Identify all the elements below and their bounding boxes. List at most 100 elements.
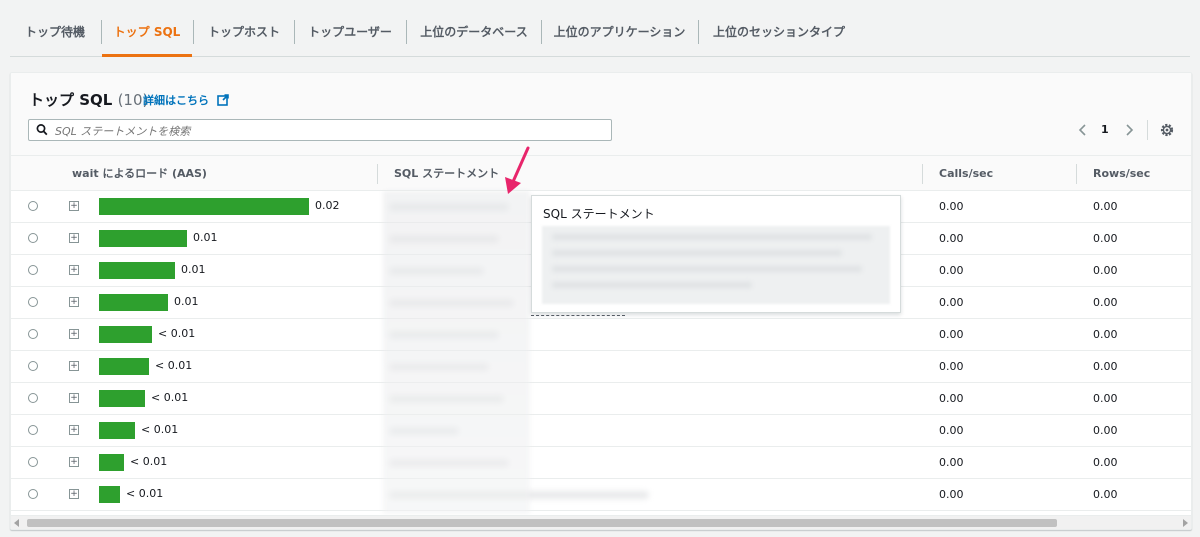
gear-icon[interactable] xyxy=(1159,122,1175,138)
dashed-underline xyxy=(531,315,625,316)
column-divider[interactable] xyxy=(377,164,378,184)
calls-per-sec: 0.00 xyxy=(939,488,964,501)
rows-per-sec: 0.00 xyxy=(1093,488,1118,501)
redacted-line xyxy=(552,266,862,272)
expand-icon[interactable]: + xyxy=(69,201,79,211)
expand-icon[interactable]: + xyxy=(69,329,79,339)
row-select-radio[interactable] xyxy=(28,489,38,499)
rows-per-sec: 0.00 xyxy=(1093,296,1118,309)
expand-icon[interactable]: + xyxy=(69,425,79,435)
load-value: 0.01 xyxy=(193,231,218,244)
search-input[interactable] xyxy=(53,122,607,140)
load-value: < 0.01 xyxy=(151,391,189,404)
redacted-sql-area xyxy=(383,191,530,514)
info-link[interactable]: 詳細はこちら xyxy=(143,92,229,108)
load-value: 0.01 xyxy=(174,295,199,308)
load-value: < 0.01 xyxy=(141,423,179,436)
column-divider[interactable] xyxy=(922,164,923,184)
tab-top-users[interactable]: トップユーザー xyxy=(295,8,405,56)
tab-top-applications[interactable]: 上位のアプリケーション xyxy=(542,8,697,56)
expand-icon[interactable]: + xyxy=(69,265,79,275)
load-bar xyxy=(99,390,145,407)
load-bar xyxy=(99,422,135,439)
load-bar xyxy=(99,230,187,247)
row-select-radio[interactable] xyxy=(28,265,38,275)
load-value: < 0.01 xyxy=(126,487,164,500)
row-select-radio[interactable] xyxy=(28,201,38,211)
load-bar xyxy=(99,262,175,279)
redacted-line xyxy=(552,234,872,240)
calls-per-sec: 0.00 xyxy=(939,200,964,213)
rows-per-sec: 0.00 xyxy=(1093,232,1118,245)
expand-icon[interactable]: + xyxy=(69,393,79,403)
load-value: 0.01 xyxy=(181,263,206,276)
row-select-radio[interactable] xyxy=(28,297,38,307)
tab-top-hosts[interactable]: トップホスト xyxy=(194,8,294,56)
column-header-calls[interactable]: Calls/sec xyxy=(939,156,993,192)
expand-icon[interactable]: + xyxy=(69,297,79,307)
table-row[interactable]: + < 0.01 0.00 0.00 xyxy=(11,383,1191,415)
row-select-radio[interactable] xyxy=(28,457,38,467)
row-select-radio[interactable] xyxy=(28,361,38,371)
calls-per-sec: 0.00 xyxy=(939,424,964,437)
expand-icon[interactable]: + xyxy=(69,457,79,467)
column-header-rows[interactable]: Rows/sec xyxy=(1093,156,1150,192)
panel-title-text: トップ SQL xyxy=(29,91,113,109)
load-bar xyxy=(99,326,152,343)
load-bar xyxy=(99,454,124,471)
table-row[interactable]: + < 0.01 0.00 0.00 xyxy=(11,479,1191,511)
table-row[interactable]: + < 0.01 0.00 0.00 xyxy=(11,447,1191,479)
row-select-radio[interactable] xyxy=(28,233,38,243)
horizontal-scrollbar[interactable] xyxy=(11,515,1191,529)
info-link-label: 詳細はこちら xyxy=(143,94,209,107)
external-link-icon xyxy=(217,94,229,106)
chevron-right-icon[interactable] xyxy=(1123,122,1135,138)
annotation-arrow-icon xyxy=(505,146,530,194)
calls-per-sec: 0.00 xyxy=(939,360,964,373)
tab-top-session-types[interactable]: 上位のセッションタイプ xyxy=(699,8,859,56)
column-header-sql[interactable]: SQL ステートメント xyxy=(394,156,499,192)
tab-top-sql[interactable]: トップ SQL xyxy=(102,8,192,56)
rows-per-sec: 0.00 xyxy=(1093,328,1118,341)
tab-top-waits[interactable]: トップ待機 xyxy=(10,8,100,56)
popover-redacted-content xyxy=(542,226,890,304)
sql-popover: SQL ステートメント xyxy=(531,195,901,313)
row-select-radio[interactable] xyxy=(28,425,38,435)
row-select-radio[interactable] xyxy=(28,393,38,403)
load-value: < 0.01 xyxy=(158,327,196,340)
load-bar xyxy=(99,358,149,375)
load-value: < 0.01 xyxy=(130,455,168,468)
expand-icon[interactable]: + xyxy=(69,361,79,371)
rows-per-sec: 0.00 xyxy=(1093,200,1118,213)
table-header: wait によるロード (AAS) SQL ステートメント Calls/sec … xyxy=(11,155,1191,191)
redacted-line xyxy=(552,250,842,256)
rows-per-sec: 0.00 xyxy=(1093,392,1118,405)
load-bar xyxy=(99,486,120,503)
scroll-left-icon[interactable] xyxy=(14,519,19,527)
table-row[interactable]: + < 0.01 0.00 0.00 xyxy=(11,319,1191,351)
column-header-load[interactable]: wait によるロード (AAS) xyxy=(72,156,207,192)
active-tab-indicator xyxy=(102,54,192,57)
panel-title: トップ SQL (10) xyxy=(29,89,148,110)
calls-per-sec: 0.00 xyxy=(939,264,964,277)
expand-icon[interactable]: + xyxy=(69,233,79,243)
table-row[interactable]: + < 0.01 0.00 0.00 xyxy=(11,351,1191,383)
tab-top-databases[interactable]: 上位のデータベース xyxy=(407,8,541,56)
row-select-radio[interactable] xyxy=(28,329,38,339)
expand-icon[interactable]: + xyxy=(69,489,79,499)
scrollbar-thumb[interactable] xyxy=(27,519,1057,527)
panel-header: トップ SQL (10) 詳細はこちら 1 xyxy=(11,73,1191,155)
rows-per-sec: 0.00 xyxy=(1093,456,1118,469)
rows-per-sec: 0.00 xyxy=(1093,264,1118,277)
table-row[interactable]: + < 0.01 0.00 0.00 xyxy=(11,415,1191,447)
search-icon xyxy=(36,124,48,136)
load-bar xyxy=(99,198,309,215)
chevron-left-icon[interactable] xyxy=(1077,122,1089,138)
page-number[interactable]: 1 xyxy=(1101,123,1109,136)
top-sql-panel: トップ SQL (10) 詳細はこちら 1 xyxy=(10,72,1192,530)
scroll-right-icon[interactable] xyxy=(1183,519,1188,527)
column-divider[interactable] xyxy=(1076,164,1077,184)
calls-per-sec: 0.00 xyxy=(939,296,964,309)
search-box xyxy=(28,119,612,141)
load-value: 0.02 xyxy=(315,199,340,212)
